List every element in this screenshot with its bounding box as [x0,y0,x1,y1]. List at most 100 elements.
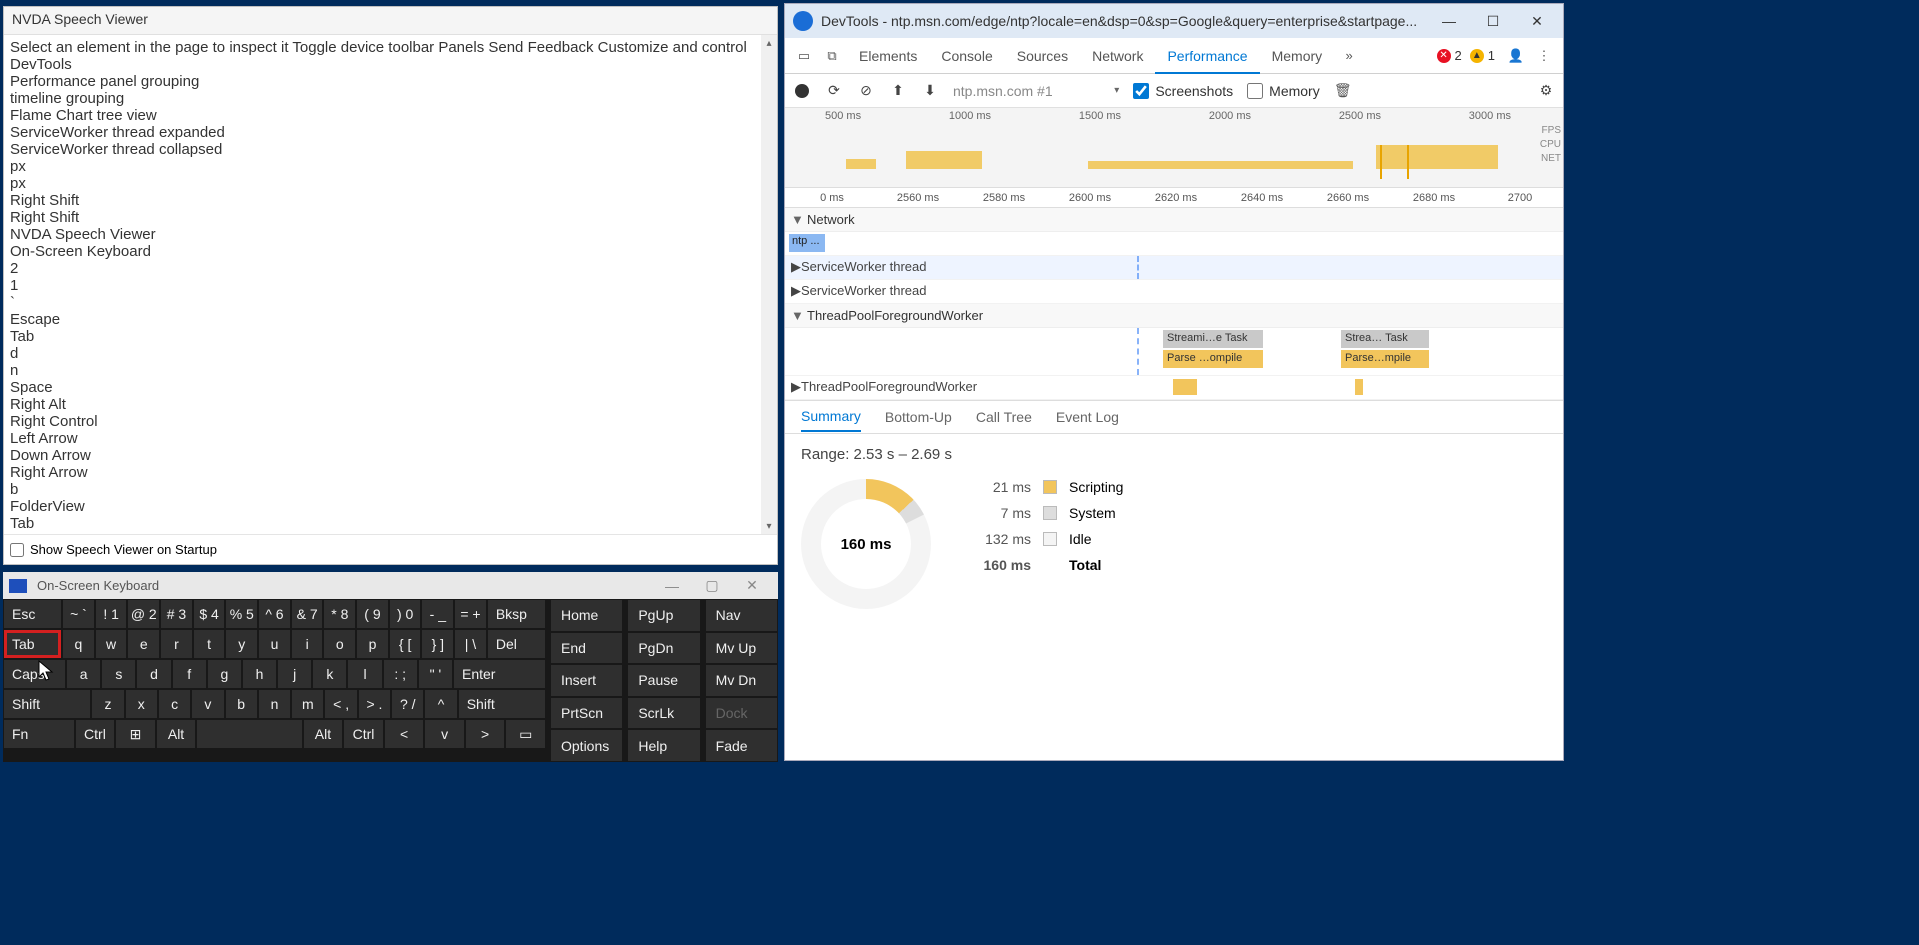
key--8[interactable]: * 8 [323,599,356,629]
key--[interactable]: > . [358,689,391,719]
overview-timeline[interactable]: 500 ms1000 ms1500 ms2000 ms2500 ms3000 m… [785,108,1563,188]
key-alt[interactable]: Alt [156,719,197,749]
tab-memory[interactable]: Memory [1260,40,1335,72]
scroll-up-icon[interactable]: ▴ [761,35,777,51]
key-scrlk[interactable]: ScrLk [627,697,700,730]
task-stream-1[interactable]: Streami…e Task [1163,330,1263,348]
key-prtscn[interactable]: PrtScn [550,697,623,730]
key--6[interactable]: ^ 6 [258,599,291,629]
close-button[interactable]: ✕ [732,577,772,594]
key-h[interactable]: h [242,659,277,689]
more-tabs-icon[interactable]: » [1336,43,1362,69]
key--[interactable] [196,719,302,749]
gear-icon[interactable]: ⚙ [1537,82,1555,100]
btab-bottom-up[interactable]: Bottom-Up [885,403,952,431]
key-help[interactable]: Help [627,729,700,762]
key--5[interactable]: % 5 [225,599,258,629]
key--[interactable]: : ; [383,659,418,689]
key-w[interactable]: w [95,629,128,659]
key-fade[interactable]: Fade [705,729,778,762]
key-dock[interactable]: Dock [705,697,778,730]
screenshots-checkbox[interactable]: Screenshots [1133,83,1233,99]
ntp-resource[interactable]: ntp ... [789,234,825,252]
key-r[interactable]: r [160,629,193,659]
nvda-log[interactable]: Select an element in the page to inspect… [4,35,761,534]
network-track-header[interactable]: ▼Network [785,208,1563,232]
key-d[interactable]: d [136,659,171,689]
trash-icon[interactable]: 🗑 [1334,82,1352,100]
key-z[interactable]: z [91,689,124,719]
tab-console[interactable]: Console [929,40,1004,72]
key-k[interactable]: k [312,659,347,689]
key--[interactable]: = + [454,599,487,629]
btab-call-tree[interactable]: Call Tree [976,403,1032,431]
record-button[interactable] [793,82,811,100]
feedback-icon[interactable]: 👤 [1503,43,1529,69]
key-insert[interactable]: Insert [550,664,623,697]
key--[interactable]: > [465,719,506,749]
key-l[interactable]: l [347,659,382,689]
key--2[interactable]: @ 2 [127,599,160,629]
key--0[interactable]: ) 0 [389,599,422,629]
key-pause[interactable]: Pause [627,664,700,697]
key-end[interactable]: End [550,632,623,665]
tab-network[interactable]: Network [1080,40,1155,72]
threadpool-2[interactable]: ▶ThreadPoolForegroundWorker [791,379,977,395]
upload-button[interactable]: ⬆ [889,82,907,100]
key-t[interactable]: t [193,629,226,659]
tab-elements[interactable]: Elements [847,40,929,72]
key-pgdn[interactable]: PgDn [627,632,700,665]
error-count[interactable]: ✕2 [1437,48,1462,63]
key-g[interactable]: g [207,659,242,689]
key--[interactable]: ~ ` [62,599,95,629]
small-task-2[interactable] [1355,379,1363,395]
startup-checkbox[interactable] [10,543,24,557]
key-ctrl[interactable]: Ctrl [75,719,116,749]
maximize-button[interactable]: ▢ [692,577,732,594]
key-mv-up[interactable]: Mv Up [705,632,778,665]
key-f[interactable]: f [172,659,207,689]
key-shift[interactable]: Shift [458,689,546,719]
key--[interactable]: ⊞ [115,719,156,749]
key--[interactable]: < [384,719,425,749]
key--[interactable]: | \ [454,629,487,659]
key-b[interactable]: b [225,689,258,719]
key-q[interactable]: q [62,629,95,659]
maximize-button[interactable]: ☐ [1471,4,1515,38]
key-caps[interactable]: Caps [3,659,66,689]
device-toolbar-icon[interactable]: ⧉ [819,43,845,69]
key-s[interactable]: s [101,659,136,689]
flame-chart[interactable]: ▼Network ntp ... ▶ServiceWorker thread ▶… [785,208,1563,400]
memory-checkbox[interactable]: Memory [1247,83,1320,99]
key-del[interactable]: Del [487,629,546,659]
key-enter[interactable]: Enter [453,659,546,689]
key--[interactable]: < , [324,689,357,719]
key--[interactable]: { [ [389,629,422,659]
key--[interactable]: ^ [424,689,457,719]
key-o[interactable]: o [323,629,356,659]
key-p[interactable]: p [356,629,389,659]
chevron-down-icon[interactable]: ▾ [1114,85,1119,96]
key-mv-dn[interactable]: Mv Dn [705,664,778,697]
settings-icon[interactable]: ⋮ [1531,43,1557,69]
close-button[interactable]: ✕ [1515,4,1559,38]
key-bksp[interactable]: Bksp [487,599,546,629]
serviceworker-thread-2[interactable]: ▶ServiceWorker thread [791,283,926,299]
key-x[interactable]: x [125,689,158,719]
key--4[interactable]: $ 4 [193,599,226,629]
reload-button[interactable]: ⟳ [825,82,843,100]
inspect-icon[interactable]: ▭ [791,43,817,69]
key-a[interactable]: a [66,659,101,689]
key--3[interactable]: # 3 [160,599,193,629]
key-v[interactable]: v [424,719,465,749]
small-task-1[interactable] [1173,379,1197,395]
session-name[interactable]: ntp.msn.com #1 [953,83,1110,99]
task-stream-2[interactable]: Strea… Task [1341,330,1429,348]
tab-sources[interactable]: Sources [1005,40,1080,72]
key--[interactable]: ? / [391,689,424,719]
key-j[interactable]: j [277,659,312,689]
key--7[interactable]: & 7 [291,599,324,629]
key--[interactable]: ▭ [505,719,546,749]
key-home[interactable]: Home [550,599,623,632]
key-y[interactable]: y [225,629,258,659]
